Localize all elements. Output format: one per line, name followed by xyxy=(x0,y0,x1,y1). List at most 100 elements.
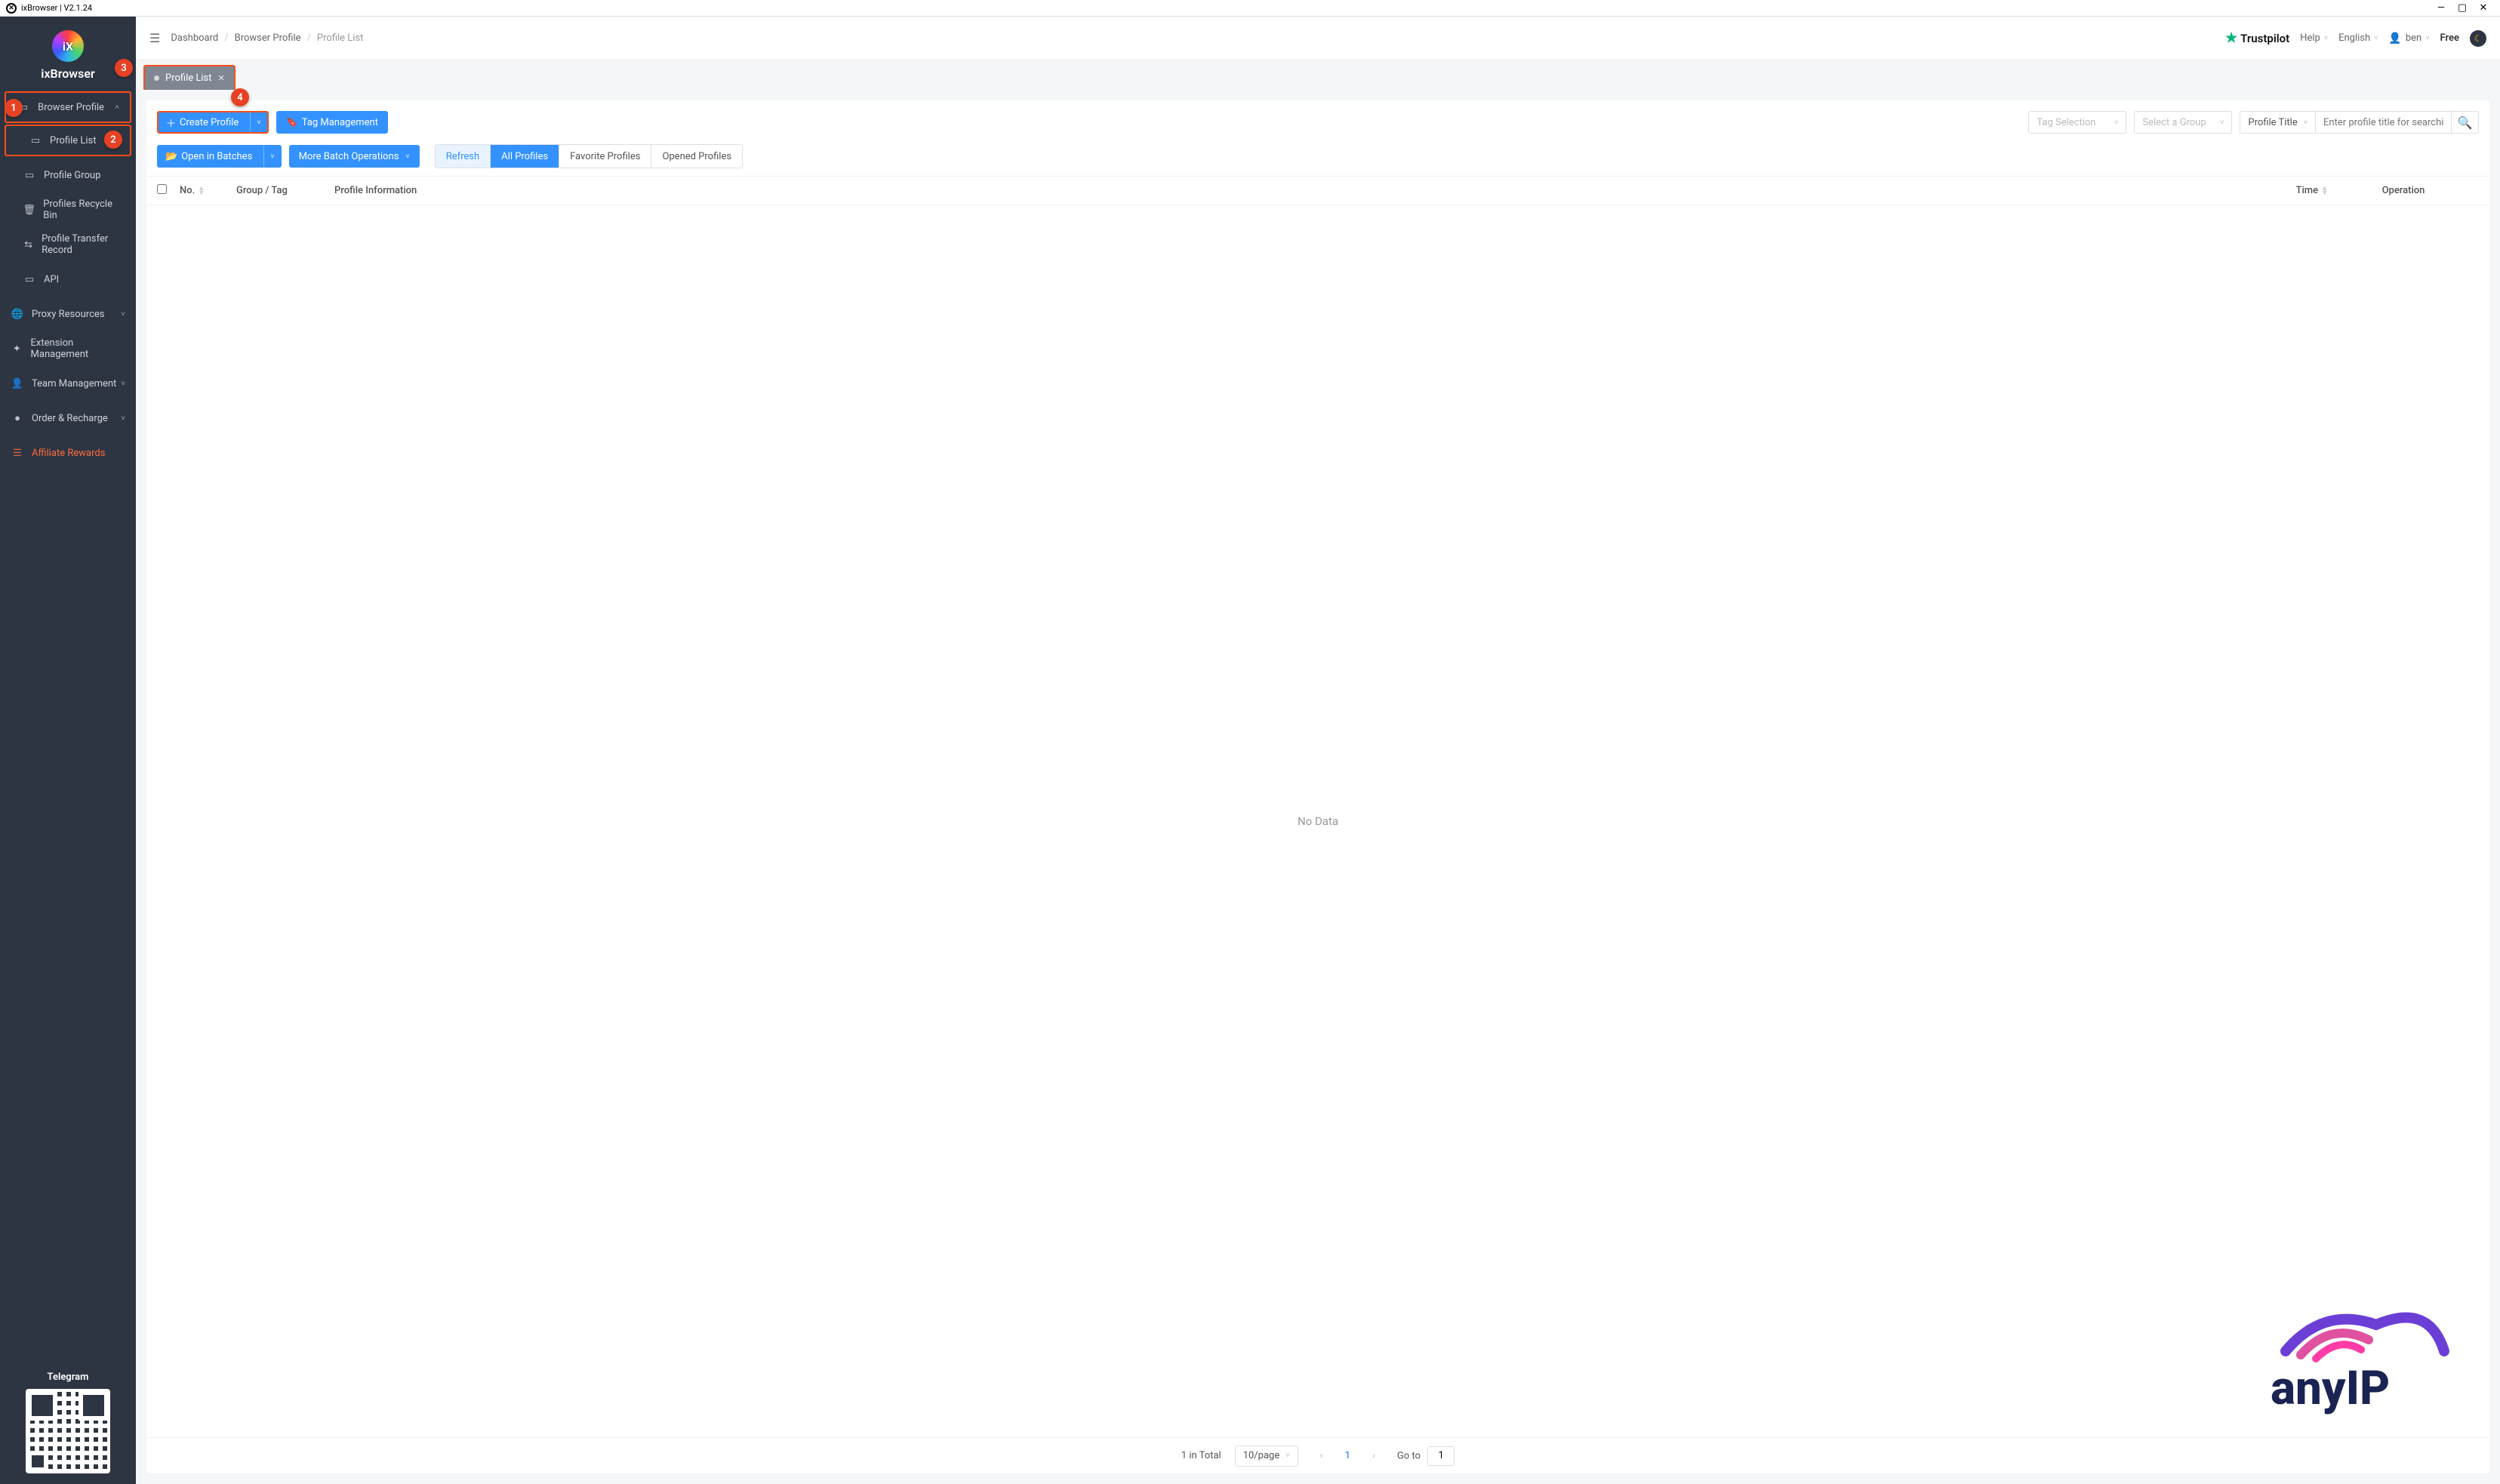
sidebar-item-affiliate-rewards[interactable]: ☰ Affiliate Rewards xyxy=(0,436,136,470)
pager-goto-input[interactable] xyxy=(1427,1446,1455,1466)
pager-total: 1 in Total xyxy=(1181,1450,1221,1461)
tag-selection-label: Tag Selection xyxy=(2037,117,2095,128)
trustpilot-link[interactable]: ★ Trustpilot xyxy=(2225,30,2289,46)
sidebar-footer: Telegram xyxy=(0,1361,136,1484)
sidebar-item-order-recharge[interactable]: ● Order & Recharge ˅ xyxy=(0,401,136,436)
user-icon: 👤 xyxy=(11,378,24,389)
folder-open-icon: 📂 xyxy=(165,151,177,162)
window-maximize-button[interactable]: ▢ xyxy=(2452,1,2473,16)
page-size-dropdown[interactable]: 10/page ˅ xyxy=(1235,1446,1298,1467)
search-filter-label: Profile Title xyxy=(2248,117,2297,128)
table-header: No. ▲▼ Group / Tag Profile Information T… xyxy=(146,176,2489,205)
window-minimize-button[interactable]: — xyxy=(2431,1,2452,16)
topbar: ☰ Dashboard / Browser Profile / Profile … xyxy=(136,17,2500,60)
sidebar-item-label: Profile List xyxy=(50,135,97,146)
window-titlebar: ixBrowser | V2.1.24 — ▢ ✕ xyxy=(0,0,2500,17)
refresh-label: Refresh xyxy=(446,151,479,162)
empty-state-label: No Data xyxy=(1298,814,1338,828)
search-group: Profile Title ˅ 🔍 xyxy=(2240,111,2479,134)
sidebar-item-label: Profiles Recycle Bin xyxy=(43,199,125,221)
bookmark-icon: 🔖 xyxy=(286,117,298,128)
tabstrip: Profile List ✕ xyxy=(136,60,2500,90)
refresh-button[interactable]: Refresh xyxy=(436,145,491,168)
window-icon: ▭ xyxy=(29,135,42,146)
column-profile-info: Profile Information xyxy=(334,185,2222,196)
sort-icon: ▲▼ xyxy=(2321,186,2328,196)
create-profile-button[interactable]: ＋ Create Profile ˅ xyxy=(157,111,269,134)
pager-goto: Go to xyxy=(1397,1446,1455,1466)
pager-next-button[interactable]: › xyxy=(1364,1446,1384,1466)
tab-close-button[interactable]: ✕ xyxy=(218,73,225,83)
brand-name: ixBrowser xyxy=(41,66,94,81)
search-input[interactable] xyxy=(2316,111,2452,134)
sidebar-item-label: Order & Recharge xyxy=(32,413,108,424)
svg-text:anyIP: anyIP xyxy=(2271,1361,2390,1416)
sidebar-item-browser-profile[interactable]: ▭ Browser Profile ˄ xyxy=(5,91,131,123)
callout-badge-2: 2 xyxy=(104,131,122,149)
theme-toggle-button[interactable]: ☾ xyxy=(2470,30,2486,47)
chevron-down-icon: ˅ xyxy=(2374,34,2378,42)
sidebar-item-team-management[interactable]: 👤 Team Management ˅ xyxy=(0,366,136,401)
search-filter-dropdown[interactable]: Profile Title ˅ xyxy=(2240,111,2316,134)
tab-profile-list[interactable]: Profile List ✕ xyxy=(143,65,236,90)
search-icon: 🔍 xyxy=(2458,115,2473,130)
sidebar-item-label: Profile Transfer Record xyxy=(42,233,125,256)
open-batches-dropdown[interactable]: ˅ xyxy=(263,146,280,167)
more-batch-operations-button[interactable]: More Batch Operations ˅ xyxy=(289,145,420,168)
sidebar-item-api[interactable]: ▭ API xyxy=(0,262,136,297)
select-all-checkbox[interactable] xyxy=(157,184,180,197)
sidebar-item-recycle-bin[interactable]: 🗑 Profiles Recycle Bin xyxy=(0,192,136,227)
sidebar-item-profile-group[interactable]: ▭ Profile Group xyxy=(0,158,136,192)
sidebar-item-label: Extension Management xyxy=(31,337,125,360)
sidebar-item-label: Team Management xyxy=(32,378,116,389)
column-operation: Operation xyxy=(2328,185,2479,196)
group-selection-dropdown[interactable]: Select a Group ˅ xyxy=(2134,111,2232,134)
column-time[interactable]: Time ▲▼ xyxy=(2222,185,2328,196)
favorite-label: Favorite Profiles xyxy=(570,151,640,162)
sidebar-item-transfer-record[interactable]: ⇆ Profile Transfer Record xyxy=(0,227,136,262)
more-batch-label: More Batch Operations xyxy=(299,151,399,162)
panel: 4 ＋ Create Profile ˅ 🔖 Tag Management xyxy=(146,100,2489,1473)
language-menu[interactable]: English ˅ xyxy=(2338,32,2378,44)
opened-label: Opened Profiles xyxy=(662,151,731,162)
pager-prev-button[interactable]: ‹ xyxy=(1312,1446,1332,1466)
window-title: ixBrowser | V2.1.24 xyxy=(21,3,92,13)
circle-icon: ● xyxy=(11,412,24,424)
group-selection-label: Select a Group xyxy=(2142,117,2206,128)
chevron-down-icon: ˅ xyxy=(2220,119,2224,127)
tab-all-profiles[interactable]: All Profiles xyxy=(491,145,559,168)
tag-selection-dropdown[interactable]: Tag Selection ˅ xyxy=(2028,111,2126,134)
content: 4 ＋ Create Profile ˅ 🔖 Tag Management xyxy=(136,90,2500,1484)
column-no[interactable]: No. ▲▼ xyxy=(180,185,236,196)
sidebar-item-label: Proxy Resources xyxy=(32,309,104,320)
sidebar-item-extension-management[interactable]: ✦ Extension Management xyxy=(0,331,136,366)
breadcrumb-dashboard[interactable]: Dashboard xyxy=(171,32,218,44)
pager-current-page[interactable]: 1 xyxy=(1345,1450,1350,1461)
breadcrumb-browser-profile[interactable]: Browser Profile xyxy=(235,32,301,44)
plan-label: Free xyxy=(2440,32,2459,44)
tab-opened-profiles[interactable]: Opened Profiles xyxy=(651,145,742,168)
main: ☰ Dashboard / Browser Profile / Profile … xyxy=(136,17,2500,1484)
trash-icon: 🗑 xyxy=(23,205,35,216)
help-label: Help xyxy=(2300,32,2320,44)
create-profile-dropdown[interactable]: ˅ xyxy=(250,112,266,132)
tag-management-label: Tag Management xyxy=(302,117,378,128)
window-close-button[interactable]: ✕ xyxy=(2473,1,2494,16)
trustpilot-label: Trustpilot xyxy=(2240,32,2289,45)
tag-management-button[interactable]: 🔖 Tag Management xyxy=(276,111,388,134)
language-label: English xyxy=(2338,32,2370,44)
breadcrumb: Dashboard / Browser Profile / Profile Li… xyxy=(171,32,363,44)
toggle-sidebar-button[interactable]: ☰ xyxy=(149,31,160,45)
all-profiles-label: All Profiles xyxy=(501,151,548,162)
sidebar-item-proxy-resources[interactable]: 🌐 Proxy Resources ˅ xyxy=(0,297,136,331)
tab-favorite-profiles[interactable]: Favorite Profiles xyxy=(559,145,651,168)
help-menu[interactable]: Help ˅ xyxy=(2300,32,2328,44)
open-in-batches-button[interactable]: 📂 Open in Batches ˅ xyxy=(157,145,282,168)
profile-filter-tabs: Refresh All Profiles Favorite Profiles O… xyxy=(435,144,743,168)
user-menu[interactable]: 👤 ben ˅ xyxy=(2388,32,2429,45)
gift-icon: ☰ xyxy=(11,448,24,459)
table-body: No Data anyIP xyxy=(146,205,2489,1437)
chevron-down-icon: ˅ xyxy=(2114,119,2118,127)
search-button[interactable]: 🔍 xyxy=(2452,111,2479,134)
sort-icon: ▲▼ xyxy=(198,186,205,196)
